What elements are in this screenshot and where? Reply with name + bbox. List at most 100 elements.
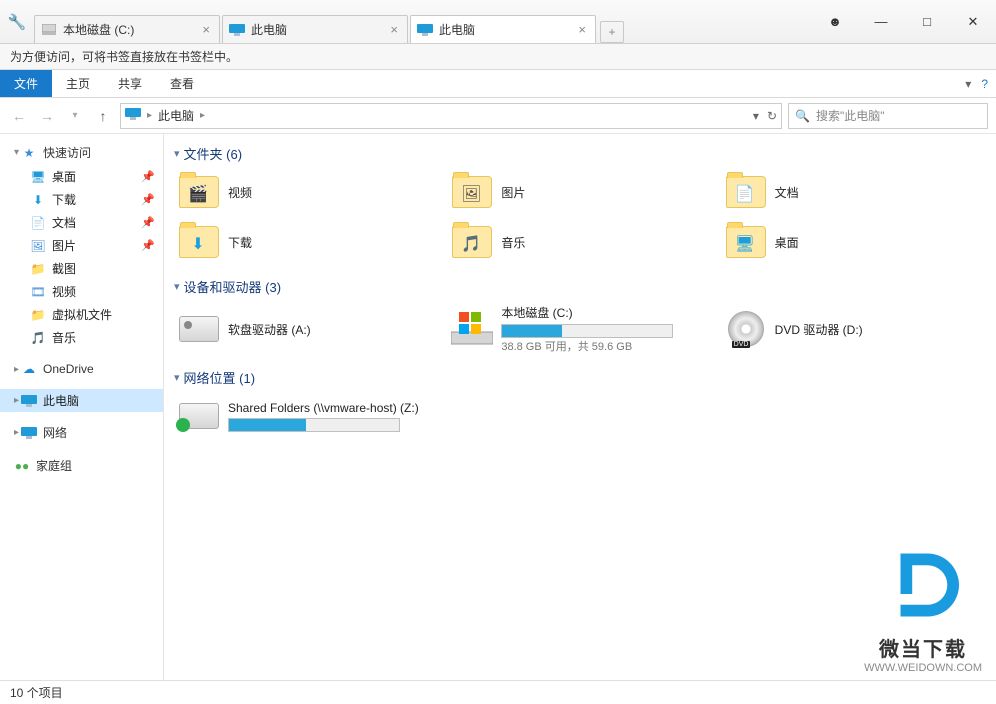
window-controls: ☻ — □ ✕ <box>812 0 996 43</box>
star-icon: ★ <box>21 145 37 161</box>
address-bar[interactable]: ▸ 此电脑 ▸ ▾ ↻ <box>120 103 782 129</box>
back-button[interactable]: ← <box>8 105 30 127</box>
tab-label: 本地磁盘 (C:) <box>63 21 134 38</box>
folder-item-音乐[interactable]: 🎵音乐 <box>447 219 712 265</box>
sidebar-item-图片[interactable]: 🖼图片📌 <box>0 234 163 257</box>
sidebar-quick-access[interactable]: ▾ ★ 快速访问 <box>0 140 163 165</box>
search-placeholder: 搜索"此电脑" <box>816 107 885 124</box>
sidebar-item-虚拟机文件[interactable]: 📁虚拟机文件 <box>0 303 163 326</box>
network-item[interactable]: Shared Folders (\\vmware-host) (Z:) <box>174 393 439 439</box>
chevron-right-icon[interactable]: ▸ <box>147 110 152 121</box>
tab-label: 此电脑 <box>439 21 475 38</box>
tab-strip: 本地磁盘 (C:) × 此电脑 × 此电脑 × + <box>34 0 812 43</box>
tab-local-disk-c[interactable]: 本地磁盘 (C:) × <box>34 15 220 43</box>
refresh-icon[interactable]: ↻ <box>767 109 777 123</box>
drive-icon <box>41 22 57 38</box>
item-count: 10 个项目 <box>10 684 63 701</box>
folder-icon: 📄 <box>725 171 767 213</box>
bookmarks-banner: 为方便访问，可将书签直接放在书签栏中。 <box>0 44 996 70</box>
search-input[interactable]: 🔍 搜索"此电脑" <box>788 103 988 129</box>
pc-icon <box>21 393 37 409</box>
desktop-icon: 🖥 <box>30 169 46 185</box>
video-icon: 🎞 <box>30 284 46 300</box>
folder-item-视频[interactable]: 🎬视频 <box>174 169 439 215</box>
address-dropdown-icon[interactable]: ▾ <box>753 109 759 123</box>
tab-close-icon[interactable]: × <box>387 22 401 37</box>
tab-close-icon[interactable]: × <box>199 22 213 37</box>
navigation-bar: ← → ▾ ↑ ▸ 此电脑 ▸ ▾ ↻ 🔍 搜索"此电脑" <box>0 98 996 134</box>
download-icon: ⬇ <box>30 192 46 208</box>
status-bar: 10 个项目 <box>0 680 996 704</box>
pin-icon: 📌 <box>141 170 155 183</box>
sidebar-this-pc[interactable]: ▸ 此电脑 <box>0 389 163 412</box>
recent-dropdown[interactable]: ▾ <box>64 105 86 127</box>
forward-button[interactable]: → <box>36 105 58 127</box>
dvd-icon: DVD <box>728 311 764 347</box>
chevron-down-icon: ▾ <box>174 371 180 384</box>
chevron-right-icon: ▸ <box>14 395 19 406</box>
sidebar-item-截图[interactable]: 📁截图 <box>0 257 163 280</box>
capacity-bar <box>228 418 400 432</box>
tab-close-icon[interactable]: × <box>575 22 589 37</box>
device-item[interactable]: DVDDVD 驱动器 (D:) <box>721 302 986 356</box>
chevron-right-icon: ▸ <box>14 364 19 375</box>
network-drive-icon <box>179 403 219 429</box>
sidebar-network[interactable]: ▸ 网络 <box>0 420 163 445</box>
ribbon-file[interactable]: 文件 <box>0 70 52 97</box>
ribbon-view[interactable]: 查看 <box>156 70 208 97</box>
section-network[interactable]: ▾ 网络位置 (1) <box>174 364 986 393</box>
music-icon: 🎵 <box>30 330 46 346</box>
sidebar-item-下载[interactable]: ⬇下载📌 <box>0 188 163 211</box>
folder-icon: 📁 <box>30 261 46 277</box>
network-icon <box>21 425 37 441</box>
sidebar-item-视频[interactable]: 🎞视频 <box>0 280 163 303</box>
chevron-down-icon: ▾ <box>174 147 180 160</box>
pin-icon: 📌 <box>141 216 155 229</box>
sidebar-homegroup[interactable]: ●● 家庭组 <box>0 453 163 478</box>
chevron-right-icon[interactable]: ▸ <box>200 110 205 121</box>
homegroup-icon: ●● <box>14 458 30 474</box>
chevron-down-icon: ▾ <box>174 280 180 293</box>
image-icon: 🖼 <box>30 238 46 254</box>
titlebar: 🔧 本地磁盘 (C:) × 此电脑 × 此电脑 × + ☻ — □ ✕ <box>0 0 996 44</box>
chevron-right-icon: ▸ <box>14 427 19 438</box>
tab-this-pc-2[interactable]: 此电脑 × <box>410 15 596 43</box>
sidebar-item-音乐[interactable]: 🎵音乐 <box>0 326 163 349</box>
up-button[interactable]: ↑ <box>92 105 114 127</box>
capacity-bar <box>501 324 673 338</box>
sidebar-onedrive[interactable]: ▸ ☁ OneDrive <box>0 357 163 381</box>
folder-item-文档[interactable]: 📄文档 <box>721 169 986 215</box>
folder-icon: 🎬 <box>178 171 220 213</box>
watermark-url: WWW.WEIDOWN.COM <box>864 662 982 674</box>
ribbon-help-icon[interactable]: ? <box>981 77 988 91</box>
sidebar: ▾ ★ 快速访问 🖥桌面📌⬇下载📌📄文档📌🖼图片📌📁截图🎞视频📁虚拟机文件🎵音乐… <box>0 134 164 680</box>
pc-icon <box>417 22 433 38</box>
body: ▾ ★ 快速访问 🖥桌面📌⬇下载📌📄文档📌🖼图片📌📁截图🎞视频📁虚拟机文件🎵音乐… <box>0 134 996 680</box>
folder-icon: 🎵 <box>451 221 493 263</box>
ribbon-share[interactable]: 共享 <box>104 70 156 97</box>
close-button[interactable]: ✕ <box>950 7 996 37</box>
folder-icon: 🖥 <box>725 221 767 263</box>
new-tab-button[interactable]: + <box>600 21 624 43</box>
minimize-button[interactable]: — <box>858 7 904 37</box>
breadcrumb[interactable]: 此电脑 <box>158 107 194 124</box>
wrench-icon[interactable]: 🔧 <box>0 13 34 31</box>
user-icon[interactable]: ☻ <box>812 7 858 37</box>
maximize-button[interactable]: □ <box>904 7 950 37</box>
ribbon-home[interactable]: 主页 <box>52 70 104 97</box>
section-folders[interactable]: ▾ 文件夹 (6) <box>174 140 986 169</box>
sidebar-item-桌面[interactable]: 🖥桌面📌 <box>0 165 163 188</box>
device-item[interactable]: 本地磁盘 (C:)38.8 GB 可用，共 59.6 GB <box>447 302 712 356</box>
tab-this-pc-1[interactable]: 此电脑 × <box>222 15 408 43</box>
watermark: 微当下载 WWW.WEIDOWN.COM <box>864 540 982 674</box>
folder-item-图片[interactable]: 🖼图片 <box>447 169 712 215</box>
section-devices[interactable]: ▾ 设备和驱动器 (3) <box>174 273 986 302</box>
search-icon: 🔍 <box>795 109 810 123</box>
folder-item-桌面[interactable]: 🖥桌面 <box>721 219 986 265</box>
sidebar-item-文档[interactable]: 📄文档📌 <box>0 211 163 234</box>
pc-icon <box>125 108 141 123</box>
chevron-down-icon: ▾ <box>14 147 19 158</box>
folder-item-下载[interactable]: ⬇下载 <box>174 219 439 265</box>
ribbon-expand-icon[interactable]: ▾ <box>965 77 971 91</box>
device-item[interactable]: 软盘驱动器 (A:) <box>174 302 439 356</box>
